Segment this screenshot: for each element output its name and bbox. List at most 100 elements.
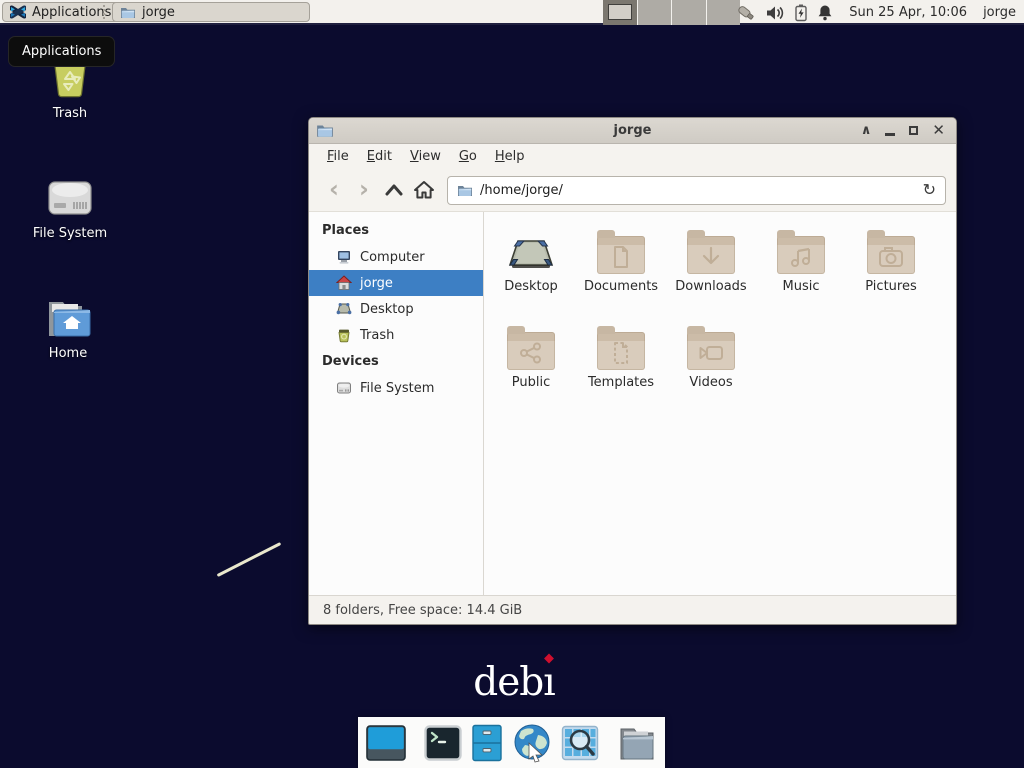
status-bar: 8 folders, Free space: 14.4 GiB — [309, 595, 956, 624]
xfce-applications-icon — [10, 4, 26, 20]
desktop-icon-label: Trash — [53, 106, 87, 121]
maximize-button[interactable] — [909, 126, 918, 135]
workspace-pager-2[interactable] — [638, 0, 673, 25]
file-item-label: Music — [783, 279, 820, 294]
file-item-label: Public — [512, 375, 550, 390]
sidebar-item-label: jorge — [360, 276, 393, 291]
file-list: Desktop Documents Down — [484, 212, 956, 595]
camera-glyph-icon — [878, 246, 904, 268]
window-controls: ∧ ✕ — [861, 123, 956, 138]
taskbar-window-button[interactable]: jorge — [112, 2, 310, 22]
hard-drive-icon — [45, 176, 95, 220]
path-input[interactable]: /home/jorge/ — [480, 183, 916, 198]
forward-button[interactable]: › — [349, 175, 379, 205]
file-manager-launcher-icon[interactable] — [471, 724, 503, 762]
file-item-label: Pictures — [865, 279, 916, 294]
cursor-artifact — [217, 542, 282, 577]
notification-bell-icon[interactable] — [817, 4, 833, 21]
desktop-icon-file-system[interactable]: File System — [22, 176, 118, 241]
terminal-launcher-icon[interactable] — [424, 725, 462, 761]
folder-icon — [687, 332, 735, 370]
desktop-icon — [336, 301, 352, 317]
up-chevron-icon — [384, 183, 404, 197]
reload-icon[interactable]: ↻ — [923, 182, 936, 198]
panel-handle[interactable] — [103, 5, 108, 19]
status-text: 8 folders, Free space: 14.4 GiB — [323, 603, 522, 618]
file-item-templates[interactable]: Templates — [576, 324, 666, 420]
file-item-music[interactable]: Music — [756, 228, 846, 324]
file-item-label: Documents — [584, 279, 658, 294]
power-tray-icon[interactable] — [794, 4, 808, 22]
desktop-icon-home[interactable]: Home — [20, 298, 116, 361]
menu-view[interactable]: View — [405, 146, 446, 167]
video-camera-glyph-icon — [698, 343, 724, 363]
sidebar-item-label: Trash — [360, 328, 394, 343]
debian-logo-text: deb — [473, 660, 543, 705]
file-manager-window: jorge ∧ ✕ File Edit View Go Help ‹ › — [308, 117, 957, 625]
system-tray — [735, 3, 833, 23]
workspace-pager-3[interactable] — [672, 0, 707, 25]
panel-clock[interactable]: Sun 25 Apr, 10:06 — [849, 5, 967, 20]
sidebar: Places Computer jorge — [309, 212, 484, 595]
template-glyph-icon — [610, 341, 632, 365]
back-button[interactable]: ‹ — [319, 175, 349, 205]
folder-icon — [597, 332, 645, 370]
sidebar-item-desktop[interactable]: Desktop — [309, 296, 483, 322]
folder-icon — [597, 236, 645, 274]
workspace-window-outline — [608, 4, 632, 20]
folder-icon — [867, 236, 915, 274]
menu-go[interactable]: Go — [454, 146, 482, 167]
sidebar-item-jorge[interactable]: jorge — [309, 270, 483, 296]
application-finder-launcher-icon[interactable] — [561, 725, 599, 761]
window-titlebar[interactable]: jorge ∧ ✕ — [309, 118, 956, 144]
hard-drive-icon — [336, 381, 352, 395]
desktop-icon-label: Home — [49, 346, 87, 361]
toolbar: ‹ › /home/jorge/ ↻ — [309, 169, 956, 212]
sidebar-item-file-system[interactable]: File System — [309, 375, 483, 401]
workspace-pager-1[interactable] — [603, 0, 638, 25]
path-folder-icon — [457, 184, 473, 197]
input-device-tray-icon[interactable] — [735, 3, 757, 23]
menu-edit[interactable]: Edit — [362, 146, 397, 167]
folder-launcher-icon[interactable] — [617, 725, 657, 761]
workspace-switcher — [603, 0, 740, 25]
file-item-downloads[interactable]: Downloads — [666, 228, 756, 324]
volume-tray-icon[interactable] — [766, 5, 785, 21]
file-item-label: Templates — [588, 375, 654, 390]
folder-icon — [777, 236, 825, 274]
computer-icon — [336, 249, 352, 265]
music-notes-glyph-icon — [789, 246, 813, 268]
sidebar-item-computer[interactable]: Computer — [309, 244, 483, 270]
file-item-videos[interactable]: Videos — [666, 324, 756, 420]
sidebar-header-devices: Devices — [309, 348, 483, 375]
taskbar-window-label: jorge — [142, 5, 175, 20]
menu-file[interactable]: File — [322, 146, 354, 167]
top-panel: Applications jorge — [0, 0, 1024, 25]
web-browser-launcher-icon[interactable] — [512, 723, 552, 763]
applications-menu-button[interactable]: Applications — [2, 2, 119, 22]
minimize-button[interactable] — [885, 133, 895, 136]
file-item-label: Videos — [689, 375, 732, 390]
menu-help[interactable]: Help — [490, 146, 530, 167]
window-title: jorge — [309, 123, 956, 138]
up-button[interactable] — [379, 175, 409, 205]
close-button[interactable]: ✕ — [932, 123, 945, 138]
show-desktop-icon[interactable] — [366, 725, 406, 761]
file-item-desktop[interactable]: Desktop — [486, 228, 576, 324]
shade-button[interactable]: ∧ — [861, 124, 872, 137]
panel-username[interactable]: jorge — [983, 5, 1016, 20]
home-button[interactable] — [409, 175, 439, 205]
panel-tray-area: Sun 25 Apr, 10:06 jorge — [735, 0, 1024, 25]
debian-logo-i: ı — [543, 660, 554, 705]
sidebar-item-trash[interactable]: Trash — [309, 322, 483, 348]
file-item-label: Downloads — [675, 279, 746, 294]
location-bar[interactable]: /home/jorge/ ↻ — [447, 176, 946, 205]
folder-icon — [507, 332, 555, 370]
desktop-folder-icon — [506, 236, 556, 274]
share-glyph-icon — [519, 342, 543, 364]
forward-chevron-icon: › — [359, 177, 369, 201]
file-item-documents[interactable]: Documents — [576, 228, 666, 324]
file-item-public[interactable]: Public — [486, 324, 576, 420]
file-item-pictures[interactable]: Pictures — [846, 228, 936, 324]
desktop-icon-label: File System — [33, 226, 107, 241]
